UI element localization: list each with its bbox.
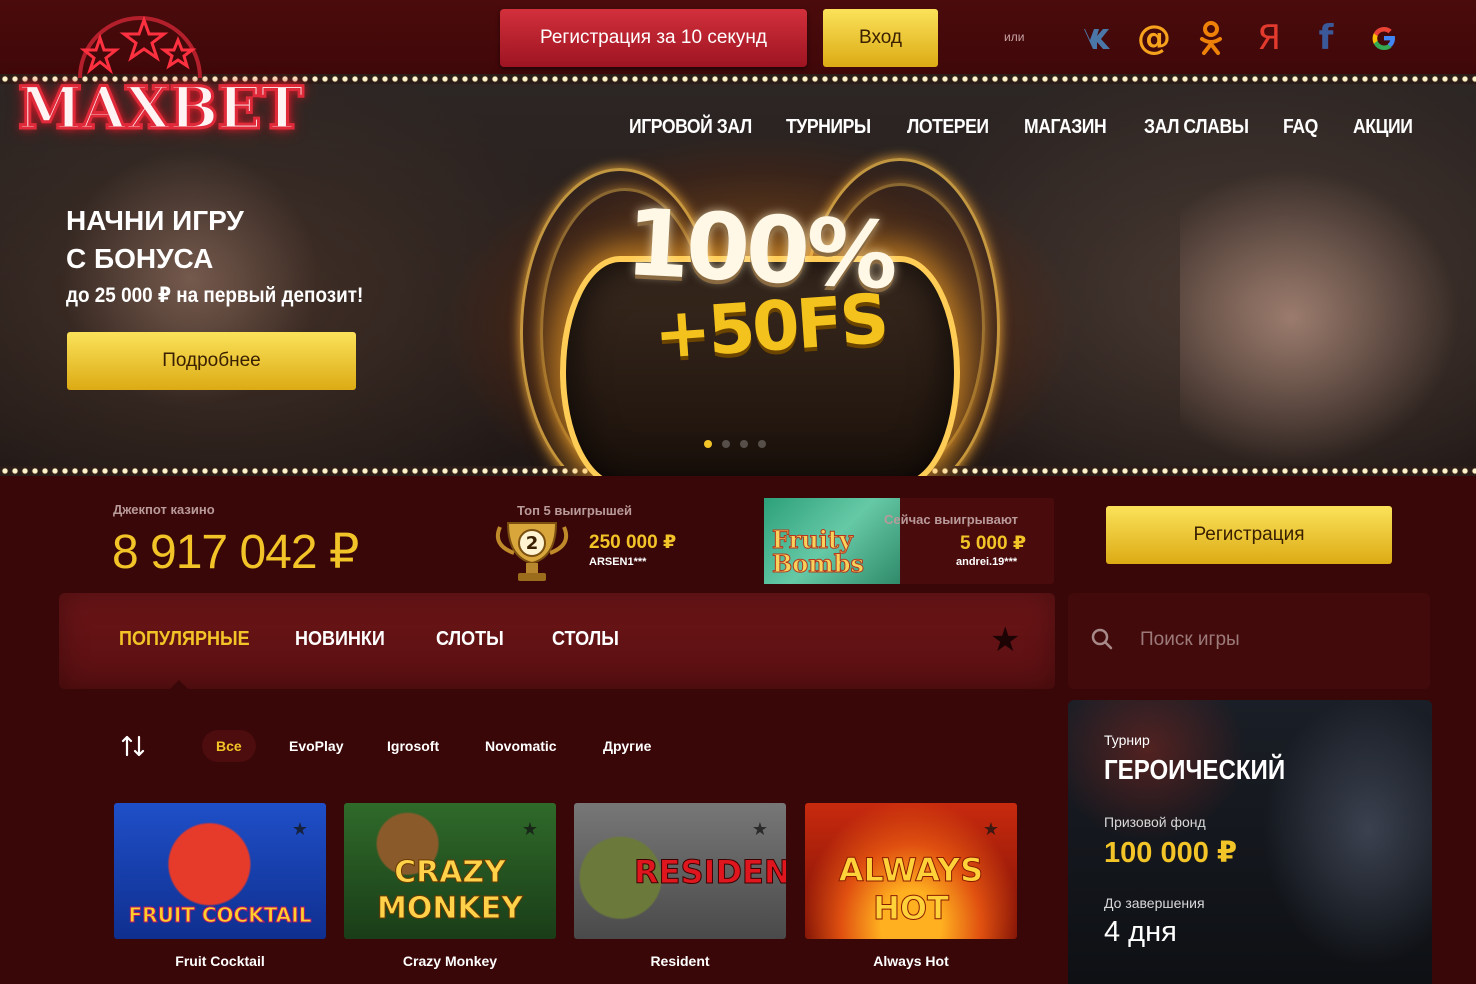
filter-other[interactable]: Другие (589, 730, 665, 762)
nav-item-shop[interactable]: МАГАЗИН (1024, 116, 1107, 139)
tournament-label: Турнир (1104, 732, 1150, 748)
nav-item-faq[interactable]: FAQ (1283, 116, 1318, 139)
sort-icon[interactable] (120, 733, 146, 759)
game-art-title: RESIDENT (634, 853, 787, 892)
now-game-title-line: Bombs (772, 549, 865, 578)
google-icon[interactable] (1364, 18, 1404, 58)
carousel-dot[interactable] (722, 440, 730, 448)
filter-novomatic[interactable]: Novomatic (471, 730, 571, 762)
trophy-icon: 2 (490, 519, 574, 591)
trophy-place: 2 (526, 533, 539, 554)
tournament-name: ГЕРОИЧЕСКИЙ (1104, 754, 1286, 785)
top5-user: ARSEN1*** (589, 556, 647, 568)
favorite-star-icon[interactable]: ★ (522, 819, 538, 840)
game-art-title: FRUIT COCKTAIL (128, 903, 312, 928)
search-input[interactable] (1140, 620, 1410, 660)
tab-popular[interactable]: ПОПУЛЯРНЫЕ (119, 628, 250, 651)
now-winning-thumbnail[interactable]: Fruity Bombs (764, 498, 900, 584)
tab-tables[interactable]: СТОЛЫ (552, 628, 619, 651)
now-winning-amount: 5 000 ₽ (960, 533, 1027, 554)
game-art-title: ALWAYS HOT (838, 851, 984, 928)
register-button[interactable]: Регистрация за 10 секунд (500, 9, 807, 67)
carousel-dots (704, 440, 766, 448)
filter-all[interactable]: Все (202, 730, 256, 762)
mail-ru-icon[interactable]: @ (1134, 18, 1174, 58)
game-name[interactable]: Crazy Monkey (344, 953, 556, 969)
nav-item-hall-of-fame[interactable]: ЗАЛ СЛАВЫ (1144, 116, 1249, 139)
filter-evoplay[interactable]: EvoPlay (275, 730, 357, 762)
jackpot-label: Джекпот казино (113, 502, 215, 517)
game-name[interactable]: Fruit Cocktail (114, 953, 326, 969)
top5-label: Топ 5 выигрышей (517, 503, 632, 518)
tab-slots[interactable]: СЛОТЫ (436, 628, 504, 651)
top5-amount: 250 000 ₽ (589, 532, 677, 553)
now-winning-user: andrei.19*** (956, 556, 1018, 568)
tournament-prize: 100 000 ₽ (1104, 837, 1238, 869)
game-tile-fruit-cocktail[interactable]: FRUIT COCKTAIL ★ (114, 803, 326, 939)
favorite-star-icon[interactable]: ★ (983, 819, 999, 840)
jackpot-value: 8 917 042 ₽ (112, 526, 359, 579)
maxbet-logo[interactable]: MAXBET (17, 8, 305, 144)
game-name[interactable]: Resident (574, 953, 786, 969)
game-tile-always-hot[interactable]: ALWAYS HOT ★ (805, 803, 1017, 939)
tournament-prize-label: Призовой фонд (1104, 814, 1206, 830)
hero-hand-right (1180, 168, 1460, 468)
carousel-dot[interactable] (740, 440, 748, 448)
nav-item-lotteries[interactable]: ЛОТЕРЕИ (907, 116, 989, 139)
more-button[interactable]: Подробнее (67, 332, 356, 390)
game-tile-resident[interactable]: RESIDENT ★ (574, 803, 786, 939)
hero-subtitle: до 25 000 ₽ на первый депозит! (66, 284, 364, 307)
facebook-icon[interactable]: f (1306, 18, 1346, 58)
hero-title: НАЧНИ ИГРУ С БОНУСА (66, 202, 244, 278)
favorite-star-icon[interactable]: ★ (752, 819, 768, 840)
now-winning-label: Сейчас выигрывают (884, 512, 1018, 527)
register-side-button[interactable]: Регистрация (1106, 506, 1392, 564)
login-button[interactable]: Вход (823, 9, 938, 67)
carousel-dot[interactable] (758, 440, 766, 448)
tournament-end-label: До завершения (1104, 895, 1205, 911)
hero-title-line: С БОНУСА (66, 243, 214, 274)
game-name[interactable]: Always Hot (805, 953, 1017, 969)
logo-text: MAXBET (17, 73, 306, 144)
tournament-end-value: 4 дня (1104, 916, 1177, 948)
nav-item-promotions[interactable]: АКЦИИ (1353, 116, 1413, 139)
nav-item-game-hall[interactable]: ИГРОВОЙ ЗАЛ (629, 116, 752, 139)
or-label: или (1004, 30, 1025, 44)
carousel-dot[interactable] (704, 440, 712, 448)
favorite-star-icon[interactable]: ★ (292, 819, 308, 840)
favorites-star-icon[interactable]: ★ (990, 620, 1020, 660)
odnoklassniki-icon[interactable] (1191, 18, 1231, 58)
nav-item-tournaments[interactable]: ТУРНИРЫ (786, 116, 871, 139)
search-icon[interactable] (1090, 627, 1114, 651)
filter-igrosoft[interactable]: Igrosoft (373, 730, 453, 762)
active-tab-pointer (170, 680, 188, 689)
now-game-title: Fruity Bombs (772, 527, 865, 578)
game-art-title: CRAZY MONKEY (377, 855, 524, 927)
hero-title-line: НАЧНИ ИГРУ (66, 205, 244, 236)
tab-new[interactable]: НОВИНКИ (295, 628, 385, 651)
game-tile-crazy-monkey[interactable]: CRAZY MONKEY ★ (344, 803, 556, 939)
vk-icon[interactable] (1076, 18, 1116, 58)
yandex-icon[interactable]: Я (1249, 18, 1289, 58)
